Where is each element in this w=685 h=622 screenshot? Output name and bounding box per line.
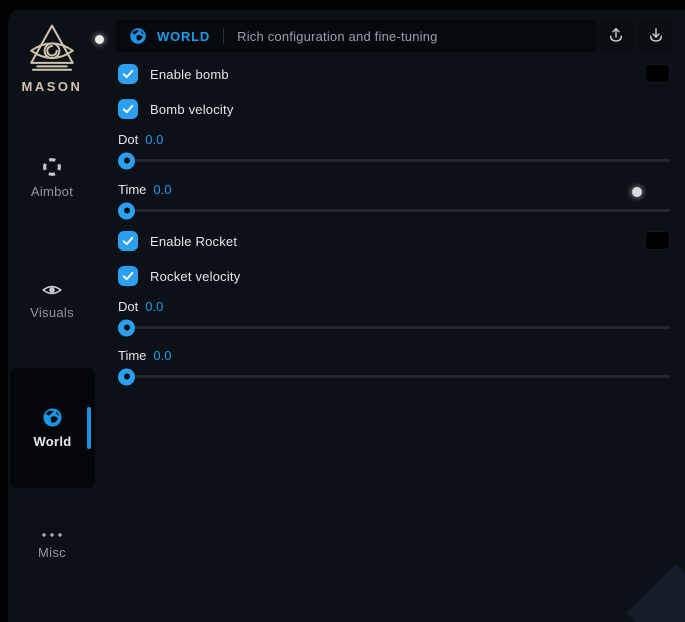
cursor-dot: [632, 187, 642, 197]
slider-label-row: Dot 0.0: [118, 132, 670, 150]
sidebar-item-world[interactable]: World: [10, 368, 95, 488]
slider-track[interactable]: [120, 159, 670, 162]
checkbox-label: Bomb velocity: [150, 102, 234, 117]
slider-handle[interactable]: [118, 368, 135, 385]
slider-handle[interactable]: [118, 202, 135, 219]
slider-rocket-time: Time 0.0: [118, 348, 670, 378]
masonic-eye-icon: [24, 23, 80, 75]
checkbox-enable-bomb[interactable]: Enable bomb: [118, 64, 229, 84]
checkbox-checked-icon: [118, 231, 138, 251]
checkbox-checked-icon: [118, 64, 138, 84]
slider-track[interactable]: [120, 375, 670, 378]
download-config-button[interactable]: [638, 20, 673, 50]
sidebar-item-label: Visuals: [8, 305, 96, 320]
mason-menu-window: MASON Aimbot Visuals: [8, 10, 685, 622]
corner-decoration: [627, 564, 685, 622]
brand-logo: MASON: [8, 23, 96, 94]
upload-config-button[interactable]: [598, 20, 633, 50]
slider-track[interactable]: [120, 209, 670, 212]
slider-value: 0.0: [145, 299, 163, 314]
slider-label: Time: [118, 348, 146, 363]
slider-track[interactable]: [120, 326, 670, 329]
slider-bomb-time: Time 0.0: [118, 182, 670, 212]
crosshair-icon: [41, 156, 63, 178]
slider-label-row: Time 0.0: [118, 182, 670, 200]
sidebar: MASON Aimbot Visuals: [8, 10, 110, 622]
desktop-background: MASON Aimbot Visuals: [0, 0, 685, 622]
header-divider: [223, 28, 224, 44]
sidebar-item-aimbot[interactable]: Aimbot: [8, 156, 96, 199]
slider-label: Time: [118, 182, 146, 197]
slider-value: 0.0: [145, 132, 163, 147]
slider-label: Dot: [118, 132, 138, 147]
slider-bomb-dot: Dot 0.0: [118, 132, 670, 162]
checkbox-label: Rocket velocity: [150, 269, 240, 284]
sidebar-item-label: World: [10, 434, 95, 449]
checkbox-checked-icon: [118, 99, 138, 119]
slider-value: 0.0: [153, 182, 171, 197]
checkbox-enable-rocket[interactable]: Enable Rocket: [118, 231, 237, 251]
checkbox-label: Enable bomb: [150, 67, 229, 82]
ellipsis-icon: [40, 531, 64, 539]
sidebar-item-visuals[interactable]: Visuals: [8, 281, 96, 320]
slider-rocket-dot: Dot 0.0: [118, 299, 670, 329]
sidebar-item-label: Aimbot: [8, 184, 96, 199]
slider-label: Dot: [118, 299, 138, 314]
checkbox-rocket-velocity[interactable]: Rocket velocity: [118, 266, 240, 286]
sidebar-item-misc[interactable]: Misc: [8, 531, 96, 560]
checkbox-checked-icon: [118, 266, 138, 286]
page-title: WORLD: [157, 29, 210, 44]
slider-value: 0.0: [153, 348, 171, 363]
page-subtitle: Rich configuration and fine-tuning: [237, 29, 437, 44]
active-indicator: [87, 407, 91, 449]
eye-icon: [41, 281, 63, 299]
slider-label-row: Time 0.0: [118, 348, 670, 366]
tab-header: WORLD Rich configuration and fine-tuning: [116, 20, 597, 52]
rocket-color-swatch[interactable]: [645, 231, 670, 250]
download-icon: [647, 26, 665, 44]
upload-icon: [607, 26, 625, 44]
slider-handle[interactable]: [118, 152, 135, 169]
sidebar-item-label: Misc: [8, 545, 96, 560]
checkbox-bomb-velocity[interactable]: Bomb velocity: [118, 99, 234, 119]
cursor-dot: [95, 35, 104, 44]
globe-icon: [129, 27, 147, 45]
globe-icon: [42, 407, 63, 428]
bomb-color-swatch[interactable]: [645, 64, 670, 83]
slider-label-row: Dot 0.0: [118, 299, 670, 317]
checkbox-label: Enable Rocket: [150, 234, 237, 249]
slider-handle[interactable]: [118, 319, 135, 336]
brand-name: MASON: [8, 79, 96, 94]
